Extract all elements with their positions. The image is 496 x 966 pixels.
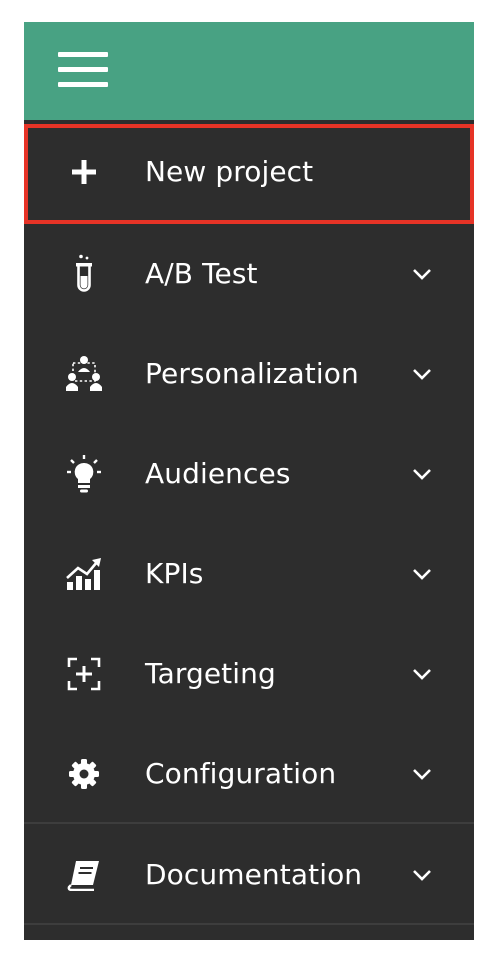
chevron-down-icon[interactable] <box>410 662 434 686</box>
sidebar-header <box>24 22 474 120</box>
sidebar: New project A/B Test Personalization Aud… <box>24 22 474 940</box>
sidebar-item-configuration[interactable]: Configuration <box>24 724 474 824</box>
sidebar-divider <box>24 822 474 824</box>
lightbulb-icon <box>64 454 104 494</box>
sidebar-item-label: Configuration <box>145 757 337 790</box>
sidebar-item-label: KPIs <box>145 557 204 590</box>
sidebar-item-targeting[interactable]: Targeting <box>24 624 474 724</box>
sidebar-item-ab-test[interactable]: A/B Test <box>24 224 474 324</box>
book-icon <box>64 855 104 895</box>
chevron-down-icon[interactable] <box>410 863 434 887</box>
plus-icon <box>64 152 104 192</box>
gear-icon <box>64 754 104 794</box>
sidebar-item-label: Targeting <box>145 657 276 690</box>
sidebar-item-kpis[interactable]: KPIs <box>24 524 474 624</box>
test-tube-icon <box>64 254 104 294</box>
targeting-icon <box>64 654 104 694</box>
sidebar-item-audiences[interactable]: Audiences <box>24 424 474 524</box>
sidebar-item-personalization[interactable]: Personalization <box>24 324 474 424</box>
chevron-down-icon[interactable] <box>410 262 434 286</box>
sidebar-item-label: Documentation <box>145 858 363 891</box>
new-project-button[interactable]: New project <box>24 122 474 222</box>
chevron-down-icon[interactable] <box>410 462 434 486</box>
sidebar-item-label: A/B Test <box>145 257 258 290</box>
chevron-down-icon[interactable] <box>410 762 434 786</box>
growth-chart-icon <box>64 554 104 594</box>
sidebar-item-label: Audiences <box>145 457 291 490</box>
sidebar-item-label: Personalization <box>145 357 359 390</box>
hamburger-menu-icon[interactable] <box>58 50 108 88</box>
chevron-down-icon[interactable] <box>410 362 434 386</box>
new-project-label: New project <box>145 155 314 188</box>
chevron-down-icon[interactable] <box>410 562 434 586</box>
personalization-icon <box>64 354 104 394</box>
sidebar-item-documentation[interactable]: Documentation <box>24 825 474 925</box>
sidebar-divider <box>24 923 474 925</box>
